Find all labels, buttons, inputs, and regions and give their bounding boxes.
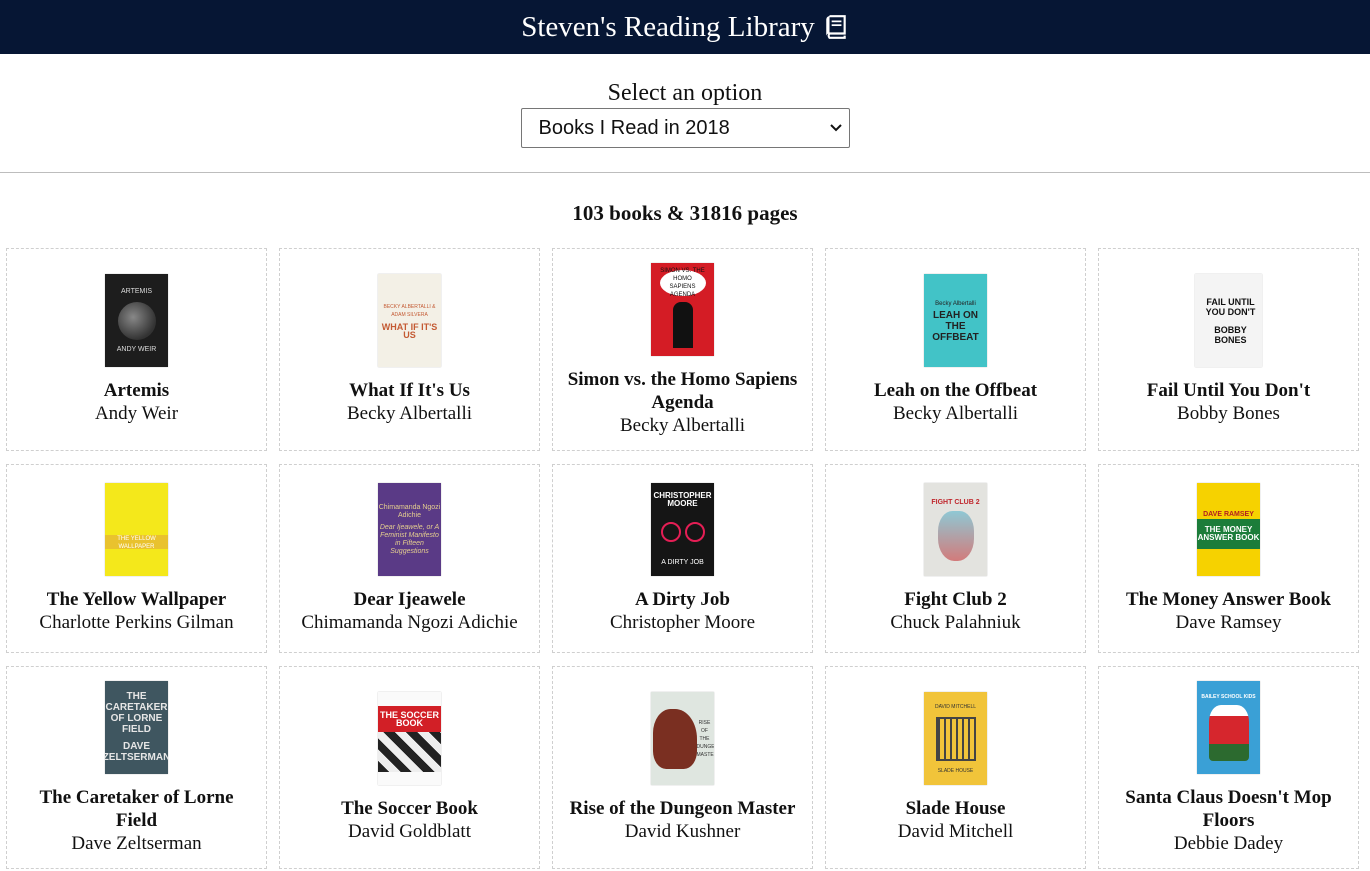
book-card[interactable]: THE SOCCER BOOK The Soccer Book David Go…	[279, 666, 540, 869]
book-card[interactable]: BAILEY SCHOOL KIDS Santa Claus Doesn't M…	[1098, 666, 1359, 869]
select-label: Select an option	[607, 80, 763, 106]
book-cover[interactable]: BAILEY SCHOOL KIDS	[1197, 680, 1260, 774]
book-card[interactable]: BECKY ALBERTALLI & ADAM SILVERA WHAT IF …	[279, 248, 540, 451]
book-cover[interactable]: ARTEMIS ANDY WEIR	[105, 274, 168, 367]
book-author: Bobby Bones	[1177, 403, 1280, 424]
book-card[interactable]: THE CARETAKER OF LORNE FIELD DAVE ZELTSE…	[6, 666, 267, 869]
book-card[interactable]: FAIL UNTIL YOU DON'T BOBBY BONES Fail Un…	[1098, 248, 1359, 451]
book-title: Simon vs. the Homo Sapiens Agenda	[567, 368, 798, 413]
option-select-value: Books I Read in 2018	[538, 116, 730, 139]
filter-controls: Select an option Books I Read in 2018	[0, 54, 1370, 173]
option-select-wrapper: Books I Read in 2018	[520, 108, 850, 148]
book-card[interactable]: Chimamanda Ngozi Adichie Dear Ijeawele, …	[279, 464, 540, 653]
book-card[interactable]: DAVID MITCHELL SLADE HOUSE Slade House D…	[825, 666, 1086, 869]
book-title: A Dirty Job	[635, 589, 730, 610]
book-author: Dave Zeltserman	[71, 832, 202, 854]
book-card[interactable]: FIGHT CLUB 2 Fight Club 2 Chuck Palahniu…	[825, 464, 1086, 653]
book-cover[interactable]: SIMON VS. THE HOMO SAPIENS AGENDA	[651, 262, 714, 356]
book-card[interactable]: THE YELLOW WALLPAPER The Yellow Wallpape…	[6, 464, 267, 653]
book-card[interactable]: SIMON VS. THE HOMO SAPIENS AGENDA Simon …	[552, 248, 813, 451]
book-author: David Kushner	[624, 821, 741, 842]
book-title: The Caretaker of Lorne Field	[39, 786, 234, 831]
book-cover[interactable]: CHRISTOPHER MOORE A DIRTY JOB	[651, 483, 714, 576]
chevron-down-icon	[829, 124, 842, 132]
book-author: Becky Albertalli	[619, 414, 746, 436]
book-card[interactable]: RISE OF THE DUNGEON MASTER Rise of the D…	[552, 666, 813, 869]
book-title: Fail Until You Don't	[1146, 380, 1311, 401]
book-cover[interactable]: FIGHT CLUB 2	[924, 483, 987, 576]
book-author: Charlotte Perkins Gilman	[39, 612, 234, 633]
book-cover[interactable]: DAVID MITCHELL SLADE HOUSE	[924, 692, 987, 785]
book-author: Chimamanda Ngozi Adichie	[301, 612, 518, 633]
book-cover[interactable]: THE SOCCER BOOK	[378, 692, 441, 785]
book-author: Chuck Palahniuk	[890, 612, 1021, 633]
book-cover[interactable]: THE YELLOW WALLPAPER	[105, 483, 168, 576]
book-author: David Mitchell	[897, 821, 1014, 842]
book-card[interactable]: DAVE RAMSEY THE MONEY ANSWER BOOK The Mo…	[1098, 464, 1359, 653]
book-cover[interactable]: DAVE RAMSEY THE MONEY ANSWER BOOK	[1197, 483, 1260, 576]
book-cover[interactable]: THE CARETAKER OF LORNE FIELD DAVE ZELTSE…	[105, 680, 168, 774]
book-title: The Money Answer Book	[1126, 589, 1331, 610]
option-select[interactable]: Books I Read in 2018	[520, 108, 850, 148]
app-header: Steven's Reading Library	[0, 0, 1370, 54]
page-title: Steven's Reading Library	[521, 10, 815, 43]
book-title: Dear Ijeawele	[353, 589, 466, 610]
book-author: David Goldblatt	[348, 821, 471, 842]
book-author: Becky Albertalli	[892, 403, 1019, 424]
book-cover[interactable]: BECKY ALBERTALLI & ADAM SILVERA WHAT IF …	[378, 274, 441, 367]
book-cover[interactable]: FAIL UNTIL YOU DON'T BOBBY BONES	[1195, 274, 1262, 367]
book-title: Rise of the Dungeon Master	[569, 798, 796, 819]
book-title: Leah on the Offbeat	[873, 380, 1038, 401]
book-card[interactable]: ARTEMIS ANDY WEIR Artemis Andy Weir	[6, 248, 267, 451]
library-summary: 103 books & 31816 pages	[572, 201, 798, 225]
book-author: Andy Weir	[94, 403, 179, 424]
book-title: The Soccer Book	[341, 798, 478, 819]
book-grid: ARTEMIS ANDY WEIR Artemis Andy Weir BECK…	[6, 248, 1359, 869]
book-cover[interactable]: Chimamanda Ngozi Adichie Dear Ijeawele, …	[378, 483, 441, 576]
book-cover[interactable]: Becky Albertalli LEAH ON THE OFFBEAT	[924, 274, 987, 367]
book-title: Santa Claus Doesn't Mop Floors	[1125, 786, 1332, 831]
book-title: The Yellow Wallpaper	[46, 589, 227, 610]
book-author: Debbie Dadey	[1173, 832, 1284, 854]
book-card[interactable]: CHRISTOPHER MOORE A DIRTY JOB A Dirty Jo…	[552, 464, 813, 653]
book-title: Slade House	[905, 798, 1006, 819]
book-title: Artemis	[103, 380, 170, 401]
book-author: Becky Albertalli	[346, 403, 473, 424]
book-title: What If It's Us	[349, 380, 470, 401]
book-card[interactable]: Becky Albertalli LEAH ON THE OFFBEAT Lea…	[825, 248, 1086, 451]
book-icon	[826, 15, 846, 39]
book-cover[interactable]: RISE OF THE DUNGEON MASTER	[651, 692, 714, 785]
book-title: Fight Club 2	[904, 589, 1007, 610]
book-author: Dave Ramsey	[1175, 612, 1282, 633]
book-author: Christopher Moore	[609, 612, 756, 633]
